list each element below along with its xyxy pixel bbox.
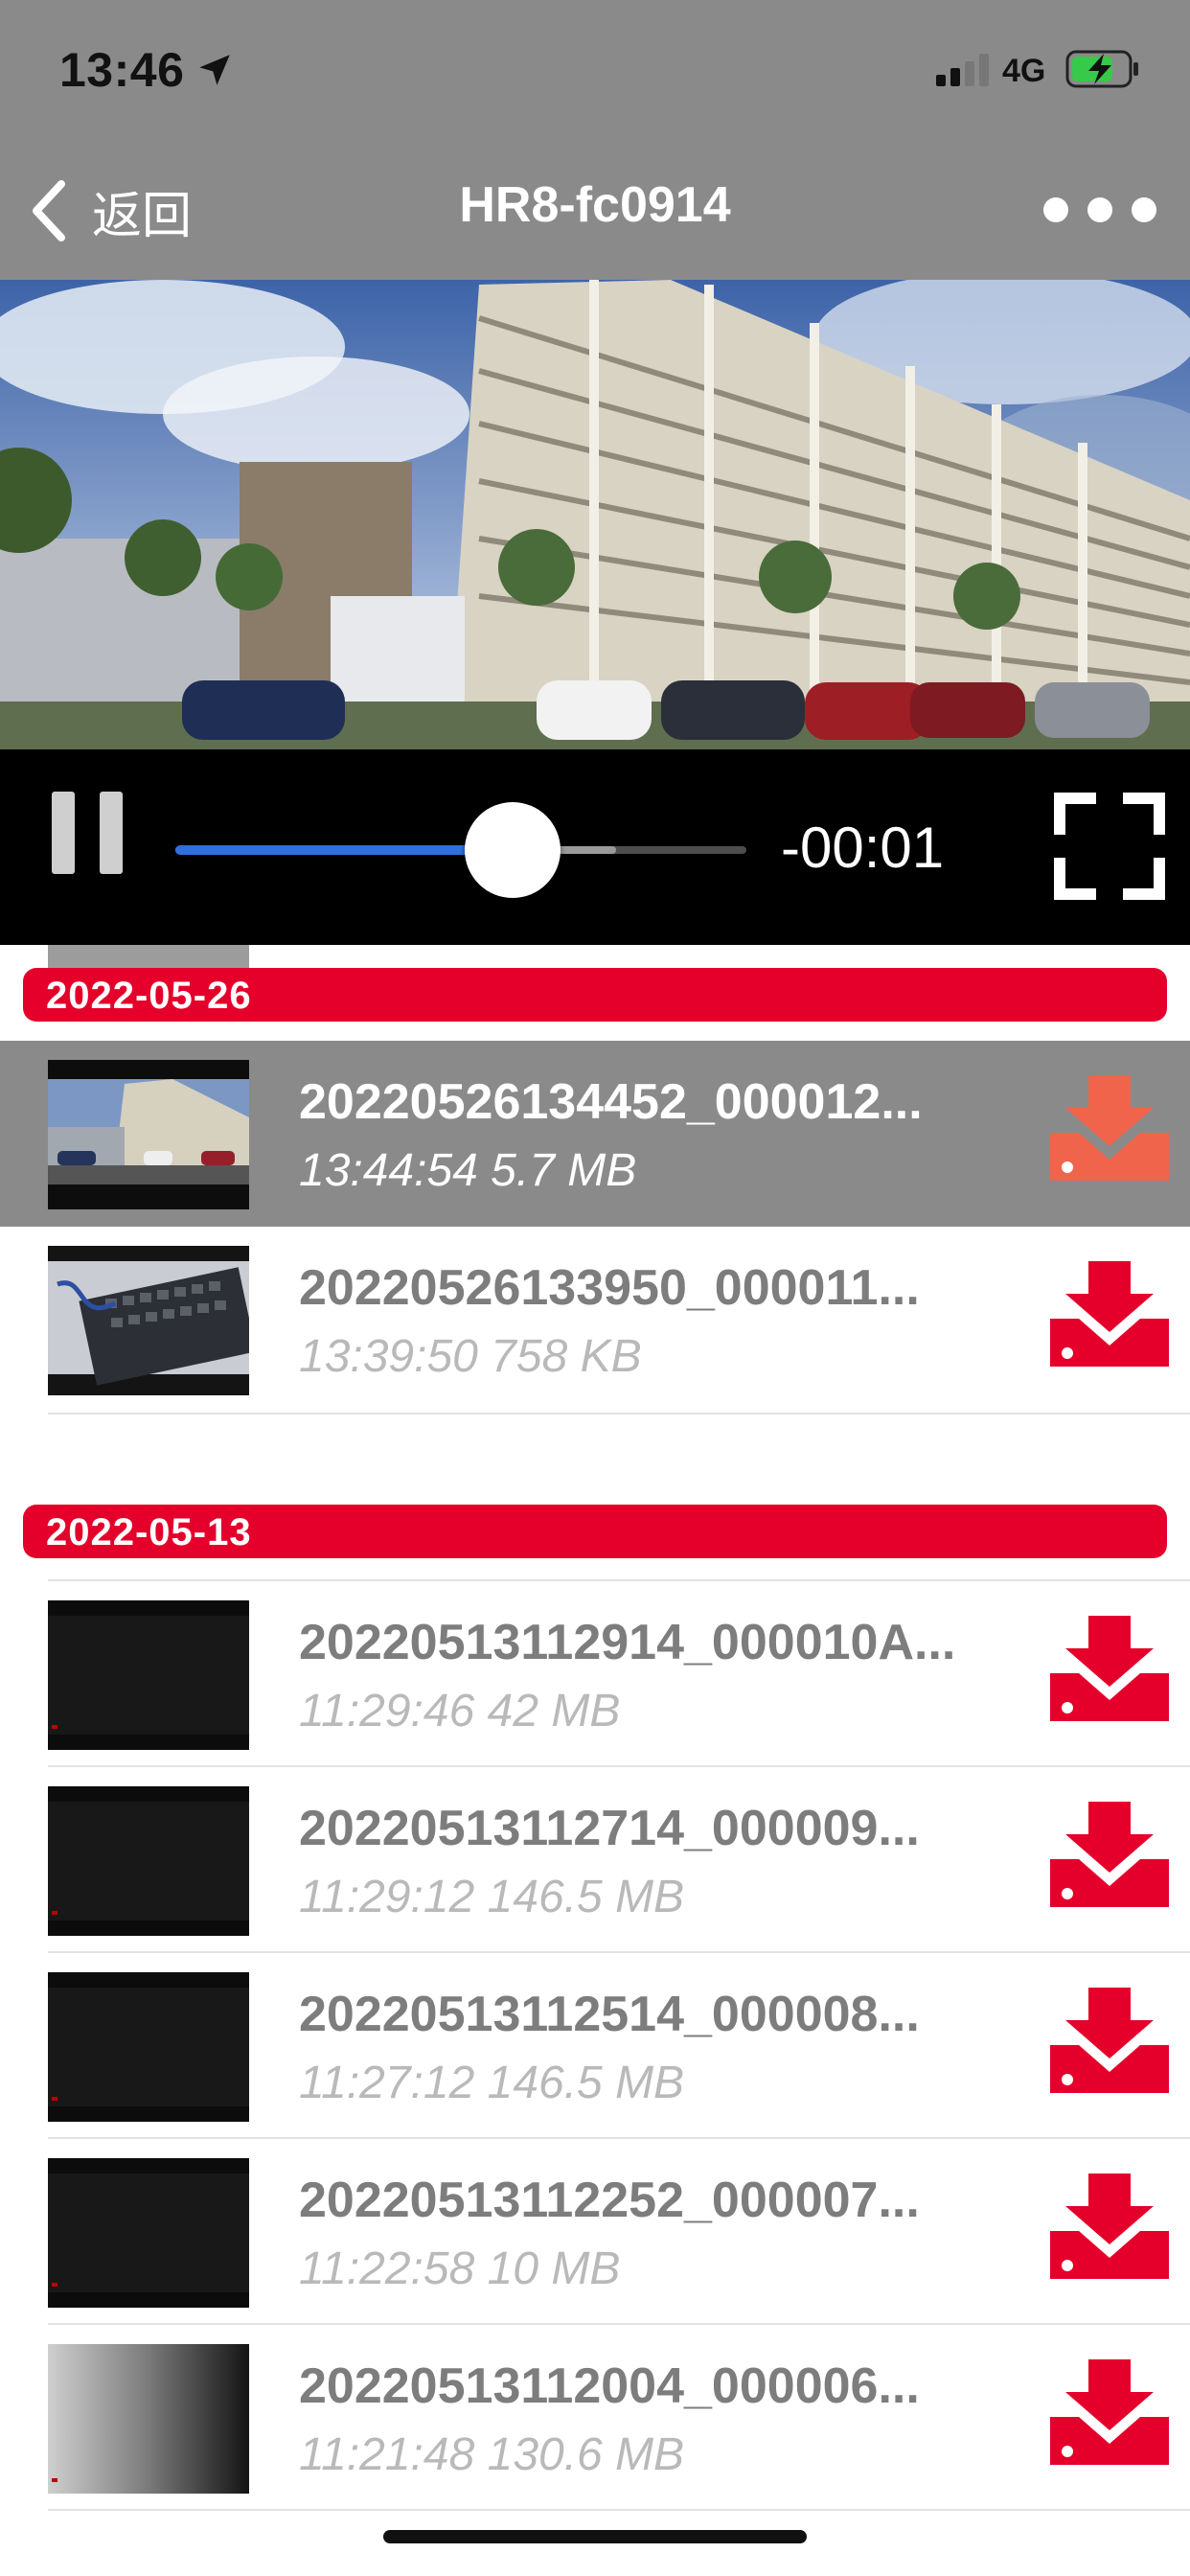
progress-fill — [175, 845, 513, 855]
video-thumbnail — [48, 2344, 249, 2494]
file-name: 20220526134452_000012... — [299, 1074, 923, 1130]
battery-charging-icon — [1065, 50, 1138, 88]
download-icon[interactable] — [1050, 1259, 1169, 1367]
file-meta: 13:44:54 5.7 MB — [299, 1145, 637, 1196]
date-label: 2022-05-26 — [46, 975, 252, 1017]
download-icon[interactable] — [1050, 1800, 1169, 1907]
video-thumbnail — [48, 1972, 249, 2122]
fullscreen-icon[interactable] — [1054, 793, 1165, 900]
file-meta: 11:29:12 146.5 MB — [299, 1872, 685, 1922]
download-icon[interactable] — [1050, 2358, 1169, 2465]
pause-button[interactable] — [52, 792, 123, 874]
top-bar: 13:46 4G 返回 HR8-fc0914 — [0, 0, 1190, 280]
progress-knob[interactable] — [465, 802, 561, 898]
home-indicator[interactable] — [383, 2530, 807, 2543]
date-label: 2022-05-13 — [46, 1511, 252, 1553]
network-type: 4G — [1002, 53, 1046, 89]
recording-list[interactable]: 2022-05-26 20220526134452_000012... 13:4… — [0, 945, 1190, 2576]
file-name: 20220513112252_000007... — [299, 2173, 920, 2228]
more-button[interactable] — [1040, 188, 1162, 230]
file-name: 20220513112004_000006... — [299, 2358, 920, 2414]
video-thumbnail — [48, 1246, 249, 1395]
file-name: 20220513112714_000009... — [299, 1801, 920, 1856]
recording-row[interactable]: 20220513112514_000008... 11:27:12 146.5 … — [0, 1953, 1190, 2139]
recording-row[interactable]: 20220513112252_000007... 11:22:58 10 MB — [0, 2139, 1190, 2325]
video-thumbnail — [48, 1060, 249, 1209]
recording-row[interactable]: 20220513112004_000006... 11:21:48 130.6 … — [0, 2325, 1190, 2511]
download-icon[interactable] — [1050, 2172, 1169, 2279]
video-thumbnail — [48, 1786, 249, 1936]
date-header: 2022-05-26 — [23, 968, 1167, 1022]
video-frame[interactable] — [0, 280, 1190, 749]
date-header: 2022-05-13 — [23, 1505, 1167, 1558]
recording-row[interactable]: 20220526134452_000012... 13:44:54 5.7 MB — [0, 1041, 1190, 1227]
row-divider — [48, 2509, 1190, 2511]
cellular-signal-icon — [936, 54, 989, 86]
recording-row[interactable]: 20220513112714_000009... 11:29:12 146.5 … — [0, 1767, 1190, 1953]
file-meta: 11:21:48 130.6 MB — [299, 2429, 685, 2480]
location-arrow-icon — [199, 55, 230, 85]
download-icon[interactable] — [1050, 1986, 1169, 2093]
download-icon[interactable] — [1050, 1614, 1169, 1721]
time-remaining: -00:01 — [781, 816, 945, 880]
status-time: 13:46 — [59, 43, 185, 97]
video-thumbnail — [48, 1600, 249, 1750]
recording-row[interactable]: 20220526133950_000011... 13:39:50 758 KB — [0, 1227, 1190, 1413]
file-meta: 11:27:12 146.5 MB — [299, 2058, 685, 2108]
file-meta: 11:22:58 10 MB — [299, 2243, 621, 2294]
partial-thumbnail — [48, 945, 249, 970]
download-icon[interactable] — [1050, 1073, 1169, 1181]
player-controls: -00:01 — [0, 749, 1190, 945]
file-meta: 11:29:46 42 MB — [299, 1686, 621, 1736]
page-title: HR8-fc0914 — [459, 177, 731, 233]
recording-row[interactable]: 20220513112914_000010A... 11:29:46 42 MB — [0, 1581, 1190, 1767]
video-thumbnail — [48, 2158, 249, 2308]
file-name: 20220513112914_000010A... — [299, 1615, 956, 1670]
file-meta: 13:39:50 758 KB — [299, 1331, 642, 1382]
video-image — [0, 280, 1190, 749]
file-name: 20220513112514_000008... — [299, 1987, 920, 2042]
row-divider — [48, 1413, 1190, 1414]
file-name: 20220526133950_000011... — [299, 1260, 920, 1316]
